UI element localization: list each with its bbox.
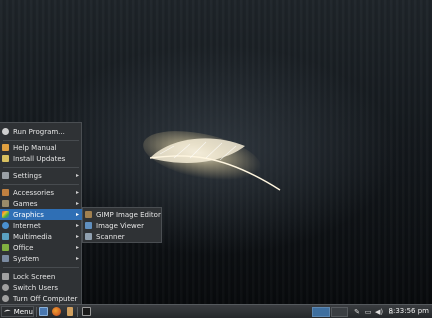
submenu-item-label: Image Viewer bbox=[96, 221, 144, 230]
update-icon bbox=[2, 155, 9, 162]
submenu-item-label: GIMP Image Editor bbox=[96, 210, 161, 219]
menu-item-games[interactable]: Games ▸ bbox=[0, 198, 82, 209]
feather-wallpaper-logo bbox=[143, 131, 281, 191]
run-icon bbox=[2, 128, 9, 135]
chevron-right-icon: ▸ bbox=[75, 244, 79, 251]
menu-item-label: Graphics bbox=[13, 210, 44, 219]
menu-item-label: Install Updates bbox=[13, 154, 66, 163]
workspace-2[interactable] bbox=[330, 307, 348, 317]
power-icon bbox=[2, 295, 9, 302]
accessories-icon bbox=[2, 189, 9, 196]
clock[interactable]: 8:33:56 pm bbox=[389, 307, 429, 315]
menu-item-label: Turn Off Computer bbox=[13, 294, 78, 303]
chevron-right-icon: ▸ bbox=[75, 233, 79, 240]
menu-item-label: Internet bbox=[13, 221, 41, 230]
menu-item-switch-users[interactable]: Switch Users bbox=[0, 282, 82, 293]
menu-item-run-program[interactable]: Run Program... bbox=[0, 126, 82, 137]
workspace-switcher[interactable] bbox=[312, 307, 348, 317]
submenu-item-label: Scanner bbox=[96, 232, 125, 241]
menu-item-label: Lock Screen bbox=[13, 272, 56, 281]
chevron-right-icon: ▸ bbox=[75, 211, 79, 218]
workspace-1[interactable] bbox=[312, 307, 330, 317]
scanner-icon bbox=[85, 233, 92, 240]
menu-item-internet[interactable]: Internet ▸ bbox=[0, 220, 82, 231]
games-icon bbox=[2, 200, 9, 207]
image-viewer-icon bbox=[85, 222, 92, 229]
network-icon[interactable]: ✎ bbox=[353, 307, 361, 316]
menu-logo-icon bbox=[4, 309, 11, 312]
start-menu: Run Program... Help Manual Install Updat… bbox=[0, 122, 82, 305]
help-icon bbox=[2, 144, 9, 151]
chevron-right-icon: ▸ bbox=[75, 172, 79, 179]
menu-item-settings[interactable]: Settings ▸ bbox=[0, 170, 82, 181]
menu-item-label: Accessories bbox=[13, 188, 55, 197]
chevron-right-icon: ▸ bbox=[75, 200, 79, 207]
menu-item-lock-screen[interactable]: Lock Screen bbox=[0, 271, 82, 282]
menu-item-label: Office bbox=[13, 243, 34, 252]
settings-icon bbox=[2, 172, 9, 179]
taskbar: Menu ✎ ▭ ◀) ▫ 8:33:56 pm bbox=[0, 304, 432, 318]
taskbar-separator bbox=[36, 307, 37, 317]
gimp-icon bbox=[85, 211, 92, 218]
menu-item-accessories[interactable]: Accessories ▸ bbox=[0, 187, 82, 198]
menu-item-label: Run Program... bbox=[13, 127, 65, 136]
menu-separator bbox=[3, 184, 79, 185]
menu-item-system[interactable]: System ▸ bbox=[0, 253, 82, 264]
menu-item-label: Multimedia bbox=[13, 232, 52, 241]
users-icon bbox=[2, 284, 9, 291]
menu-item-label: Settings bbox=[13, 171, 42, 180]
system-icon bbox=[2, 255, 9, 262]
menu-item-office[interactable]: Office ▸ bbox=[0, 242, 82, 253]
menu-item-label: System bbox=[13, 254, 40, 263]
menu-item-multimedia[interactable]: Multimedia ▸ bbox=[0, 231, 82, 242]
menu-button-label: Menu bbox=[13, 307, 33, 316]
chevron-right-icon: ▸ bbox=[75, 189, 79, 196]
internet-icon bbox=[2, 222, 9, 229]
menu-item-help-manual[interactable]: Help Manual bbox=[0, 142, 82, 153]
firefox-icon[interactable] bbox=[52, 307, 61, 316]
terminal-icon[interactable] bbox=[82, 307, 91, 316]
submenu-item-image-viewer[interactable]: Image Viewer bbox=[83, 220, 161, 231]
file-manager-icon[interactable] bbox=[39, 307, 48, 316]
volume-icon[interactable]: ◀) bbox=[375, 307, 383, 316]
menu-button[interactable]: Menu bbox=[1, 306, 34, 317]
menu-item-label: Games bbox=[13, 199, 38, 208]
taskbar-separator bbox=[77, 307, 78, 317]
menu-item-turn-off-computer[interactable]: Turn Off Computer bbox=[0, 293, 82, 304]
lock-icon bbox=[2, 273, 9, 280]
multimedia-icon bbox=[2, 233, 9, 240]
text-editor-icon[interactable] bbox=[67, 307, 73, 316]
office-icon bbox=[2, 244, 9, 251]
battery-icon[interactable]: ▭ bbox=[364, 307, 372, 316]
menu-item-label: Switch Users bbox=[13, 283, 58, 292]
menu-item-label: Help Manual bbox=[13, 143, 57, 152]
graphics-submenu: GIMP Image Editor Image Viewer Scanner bbox=[82, 207, 162, 243]
graphics-icon bbox=[2, 211, 9, 218]
menu-separator bbox=[3, 267, 79, 268]
menu-item-graphics[interactable]: Graphics ▸ bbox=[0, 209, 82, 220]
chevron-right-icon: ▸ bbox=[75, 255, 79, 262]
submenu-item-gimp[interactable]: GIMP Image Editor bbox=[83, 209, 161, 220]
menu-separator bbox=[3, 167, 79, 168]
chevron-right-icon: ▸ bbox=[75, 222, 79, 229]
submenu-item-scanner[interactable]: Scanner bbox=[83, 231, 161, 242]
menu-item-install-updates[interactable]: Install Updates bbox=[0, 153, 82, 164]
menu-separator bbox=[3, 140, 79, 141]
